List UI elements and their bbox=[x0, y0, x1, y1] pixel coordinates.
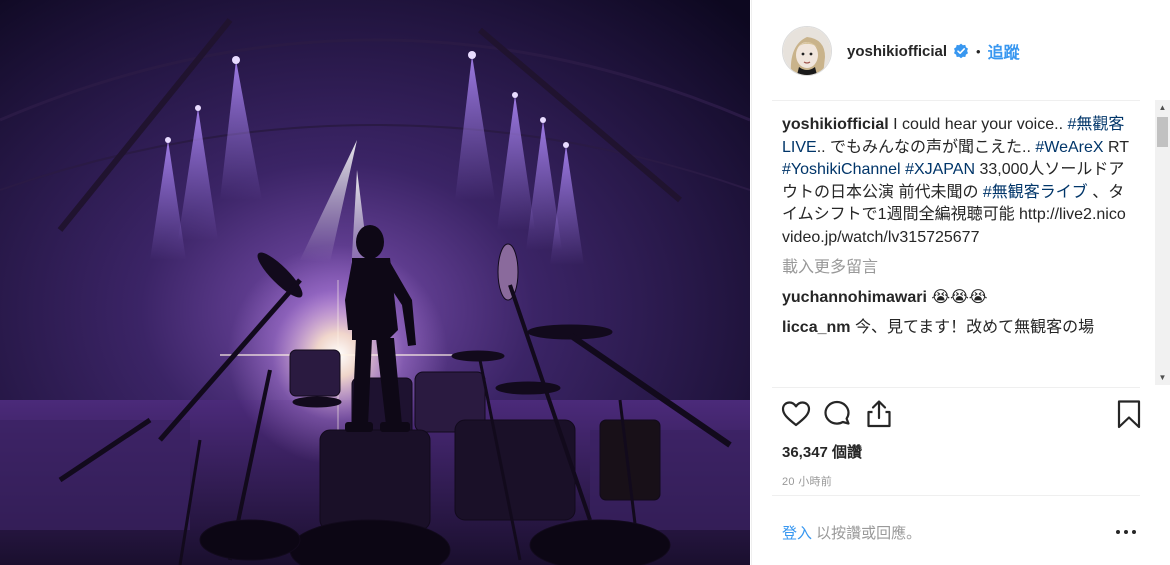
hashtag-link[interactable]: #YoshikiChannel bbox=[782, 161, 901, 178]
divider bbox=[772, 387, 1140, 388]
post-header: yoshikiofficial • 追蹤 bbox=[782, 24, 1142, 78]
caption: yoshikiofficial I could hear your voice.… bbox=[782, 114, 1132, 249]
hashtag-link[interactable]: #WeAreX bbox=[1035, 139, 1103, 156]
comment-text: 😭😭😭 bbox=[931, 289, 988, 306]
like-count[interactable]: 36,347 個讚 bbox=[782, 441, 862, 462]
more-options-icon[interactable] bbox=[1115, 522, 1137, 542]
heart-icon[interactable] bbox=[780, 398, 812, 430]
comment-text: 今、見てます！改めて無観客の場 bbox=[854, 319, 1095, 336]
scroll-up-arrow-icon[interactable]: ▲ bbox=[1155, 100, 1170, 115]
avatar-image bbox=[783, 27, 831, 75]
hashtag-link[interactable]: #XJAPAN bbox=[905, 161, 975, 178]
post-timestamp[interactable]: 20 小時前 bbox=[782, 473, 832, 489]
login-prompt-text: 以按讚或回應。 bbox=[812, 525, 922, 542]
post-side-panel: yoshikiofficial • 追蹤 yoshikiofficial I c… bbox=[751, 0, 1170, 565]
verified-badge-icon bbox=[954, 43, 969, 59]
scroll-down-arrow-icon[interactable]: ▼ bbox=[1155, 370, 1170, 385]
share-icon[interactable] bbox=[863, 398, 895, 430]
hashtag-link[interactable]: #無観客ライブ bbox=[983, 184, 1088, 201]
caption-text: .. でもみんなの声が聞こえた.. bbox=[816, 138, 1036, 156]
comment-username[interactable]: yuchannohimawari bbox=[782, 289, 927, 306]
comment-item: yuchannohimawari 😭😭😭 bbox=[782, 287, 1132, 309]
bookmark-icon[interactable] bbox=[1113, 398, 1145, 430]
stage-photo-illustration bbox=[0, 0, 750, 565]
load-more-comments-link[interactable]: 載入更多留言 bbox=[782, 257, 1132, 279]
scrollbar-thumb[interactable] bbox=[1157, 117, 1168, 147]
divider bbox=[772, 495, 1140, 496]
caption-text: I could hear your voice.. bbox=[893, 116, 1068, 133]
avatar[interactable] bbox=[782, 26, 832, 76]
comment-bubble-icon[interactable] bbox=[821, 398, 853, 430]
follow-button[interactable]: 追蹤 bbox=[988, 39, 1020, 63]
header-separator: • bbox=[976, 43, 981, 59]
comments-list: yoshikiofficial I could hear your voice.… bbox=[782, 114, 1132, 386]
comment-username[interactable]: licca_nm bbox=[782, 319, 850, 336]
caption-username[interactable]: yoshikiofficial bbox=[782, 116, 889, 133]
caption-text: RT bbox=[1103, 138, 1129, 156]
comment-item: licca_nm 今、見てます！改めて無観客の場 bbox=[782, 317, 1132, 339]
login-link[interactable]: 登入 bbox=[782, 525, 812, 542]
header-username[interactable]: yoshikiofficial bbox=[847, 43, 947, 60]
action-bar bbox=[780, 398, 1142, 432]
divider bbox=[772, 100, 1140, 101]
comments-scrollbar[interactable]: ▲ ▼ bbox=[1155, 100, 1170, 385]
login-prompt: 登入 以按讚或回應。 bbox=[782, 522, 921, 543]
post-photo[interactable] bbox=[0, 0, 750, 565]
